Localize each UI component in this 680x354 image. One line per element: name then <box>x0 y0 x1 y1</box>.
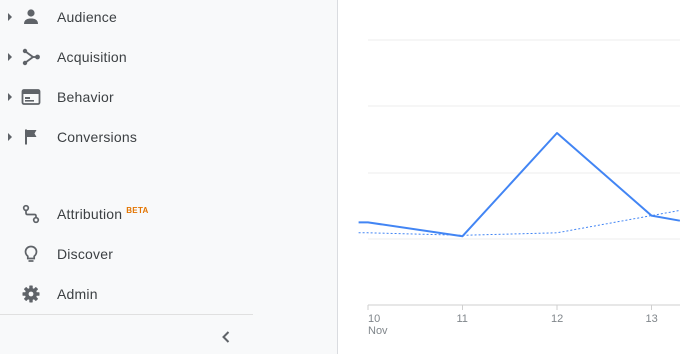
sidebar-item-admin[interactable]: Admin <box>0 274 337 314</box>
sidebar-item-label: Audience <box>57 9 117 25</box>
sidebar-item-label: Admin <box>57 286 98 302</box>
expand-caret-icon[interactable] <box>8 53 12 61</box>
x-tick-label: 11 <box>457 313 468 325</box>
sidebar-item-attribution[interactable]: Attribution BETA <box>0 194 337 234</box>
x-tick-label: 13 <box>646 313 658 325</box>
x-tick-month-label: Nov <box>368 325 388 337</box>
gear-icon <box>22 285 40 303</box>
sidebar: Audience Acquisition Behavior Conversion… <box>0 0 337 354</box>
app-root: Audience Acquisition Behavior Conversion… <box>0 0 680 354</box>
sidebar-footer-divider <box>0 314 253 315</box>
sidebar-item-label: Attribution BETA <box>57 206 149 222</box>
chart-grid <box>368 39 680 306</box>
x-axis-ticks: 10 11 12 13 Nov <box>367 305 658 337</box>
attribution-icon <box>22 204 40 224</box>
x-tick-label: 12 <box>551 313 563 325</box>
lightbulb-icon <box>24 245 38 262</box>
primary-series-line <box>358 132 680 238</box>
x-tick-label: 10 <box>368 313 380 325</box>
sidebar-item-label: Acquisition <box>57 49 127 65</box>
expand-caret-icon[interactable] <box>8 133 12 141</box>
attribution-label-text: Attribution <box>57 206 123 222</box>
sidebar-item-label: Behavior <box>57 89 114 105</box>
sidebar-item-discover[interactable]: Discover <box>0 234 337 274</box>
person-icon <box>24 9 38 24</box>
line-chart: 10 11 12 13 Nov <box>338 0 680 354</box>
behavior-icon <box>21 89 41 105</box>
comparison-series-line <box>358 209 680 236</box>
sidebar-item-behavior[interactable]: Behavior <box>0 77 337 117</box>
sidebar-item-label: Discover <box>57 246 114 262</box>
flag-icon <box>25 129 37 145</box>
beta-badge: BETA <box>126 206 149 215</box>
expand-caret-icon[interactable] <box>8 93 12 101</box>
sidebar-item-audience[interactable]: Audience <box>0 0 337 37</box>
sidebar-item-acquisition[interactable]: Acquisition <box>0 37 337 77</box>
expand-caret-icon[interactable] <box>8 13 12 21</box>
acquisition-icon <box>22 48 40 66</box>
chevron-left-icon[interactable] <box>214 325 238 349</box>
sidebar-item-label: Conversions <box>57 129 138 145</box>
chart-svg: 10 11 12 13 Nov <box>358 39 680 337</box>
sidebar-item-conversions[interactable]: Conversions <box>0 117 337 157</box>
chart-series <box>358 132 680 238</box>
